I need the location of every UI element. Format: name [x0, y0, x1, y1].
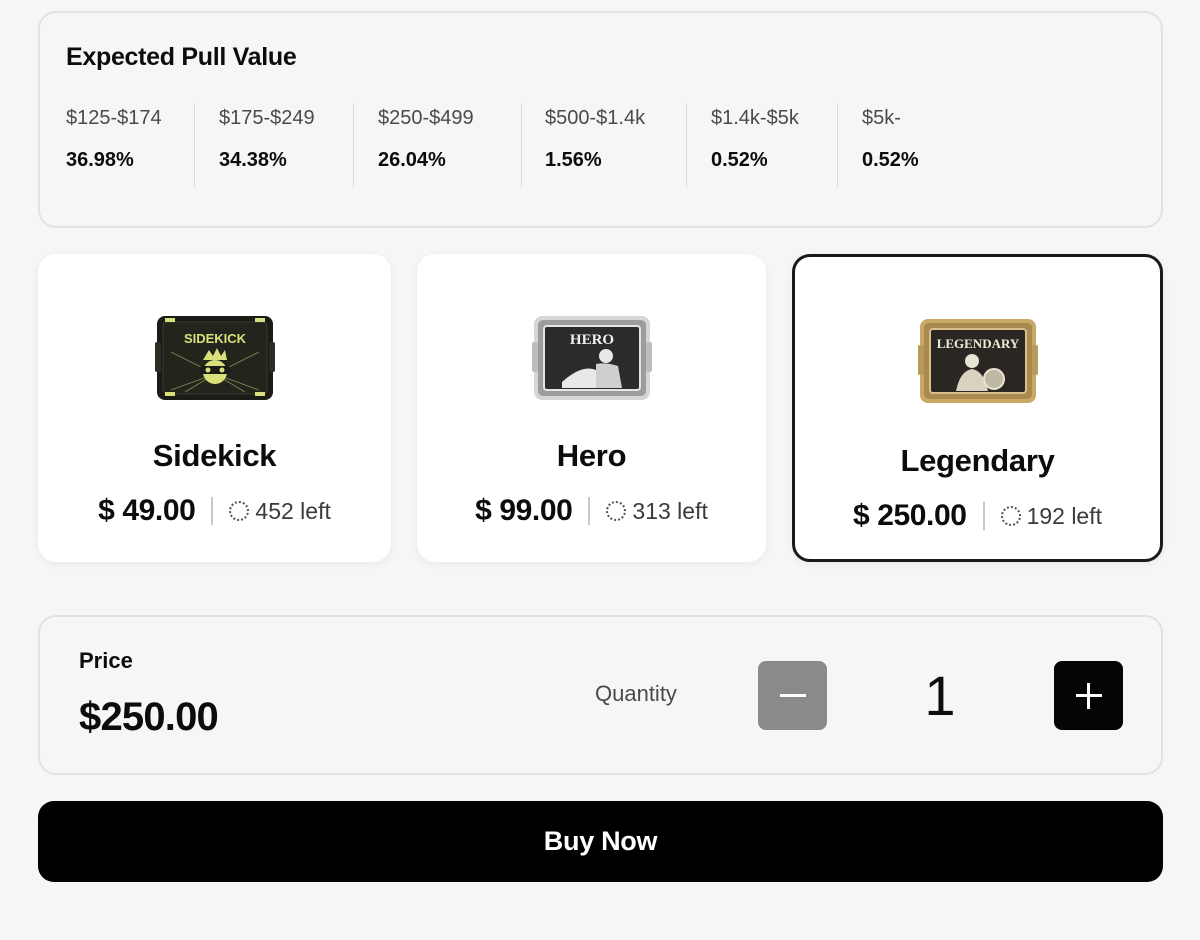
price-value: $250.00 [79, 695, 219, 739]
pull-divider [686, 103, 687, 187]
tier-card-legendary[interactable]: LEGENDARY Legendary $ 250.00 192 left [792, 254, 1163, 562]
buy-now-button[interactable]: Buy Now [38, 801, 1163, 882]
stock-spinner-icon [606, 501, 627, 521]
pull-percent: 0.52% [711, 149, 768, 171]
tier-name: Hero [556, 438, 627, 473]
tier-name: Legendary [900, 443, 1055, 478]
legendary-case-label: LEGENDARY [936, 336, 1019, 351]
tier-remaining: 192 left [1026, 502, 1103, 529]
order-summary-panel: Price $250.00 Quantity 1 [38, 615, 1163, 775]
pull-percent: 1.56% [545, 149, 602, 171]
sidekick-case-image: SIDEKICK [154, 316, 275, 400]
tier-name: Sidekick [152, 438, 277, 473]
decrease-quantity-button[interactable] [758, 661, 827, 730]
pull-range: $1.4k-$5k [711, 107, 799, 129]
pull-range: $5k- [862, 107, 901, 129]
tier-info-row: $ 99.00 313 left [417, 494, 766, 528]
tier-info-row: $ 49.00 452 left [38, 494, 391, 528]
pull-range: $125-$174 [66, 107, 162, 129]
hero-case-label: HERO [569, 332, 613, 348]
pull-percent: 36.98% [66, 149, 134, 171]
expected-pull-value-panel: Expected Pull Value $125-$174 36.98% $17… [38, 11, 1163, 228]
pull-divider [521, 103, 522, 187]
tier-price: $ 250.00 [852, 499, 967, 532]
tier-remaining: 313 left [632, 497, 708, 524]
quantity-label: Quantity [595, 681, 677, 706]
pull-percent: 34.38% [219, 149, 287, 171]
checkout-page: Expected Pull Value $125-$174 36.98% $17… [0, 0, 1200, 940]
hero-case-image: HERO [531, 316, 652, 400]
pull-divider [837, 103, 838, 187]
tier-price: $ 99.00 [475, 494, 573, 527]
tier-separator [588, 497, 591, 525]
tier-price: $ 49.00 [98, 494, 196, 527]
minus-icon [779, 694, 806, 697]
pull-percent: 26.04% [378, 149, 446, 171]
pull-range: $175-$249 [219, 107, 315, 129]
quantity-value: 1 [924, 664, 956, 727]
stock-spinner-icon [229, 501, 250, 521]
legendary-case-image: LEGENDARY [917, 319, 1038, 403]
sidekick-case-label: SIDEKICK [183, 331, 246, 346]
tier-separator [211, 497, 214, 525]
tier-info-row: $ 250.00 192 left [795, 499, 1160, 533]
plus-icon [1075, 682, 1102, 709]
pull-divider [353, 103, 354, 187]
pull-range: $250-$499 [378, 107, 474, 129]
pull-value-columns: $125-$174 36.98% $175-$249 34.38% $250-$… [40, 103, 1040, 187]
pull-range: $500-$1.4k [545, 107, 646, 129]
pull-percent: 0.52% [862, 149, 919, 171]
tier-remaining: 452 left [255, 497, 331, 524]
tier-card-sidekick[interactable]: SIDEKICK Sidekick $ 49.00 452 left [38, 254, 391, 562]
tier-card-hero[interactable]: HERO Hero $ 99.00 313 left [417, 254, 766, 562]
stock-spinner-icon [1000, 506, 1021, 526]
pull-value-title: Expected Pull Value [66, 43, 297, 71]
tier-separator [982, 502, 985, 530]
price-label: Price [79, 648, 133, 673]
increase-quantity-button[interactable] [1054, 661, 1123, 730]
pull-divider [194, 103, 195, 187]
